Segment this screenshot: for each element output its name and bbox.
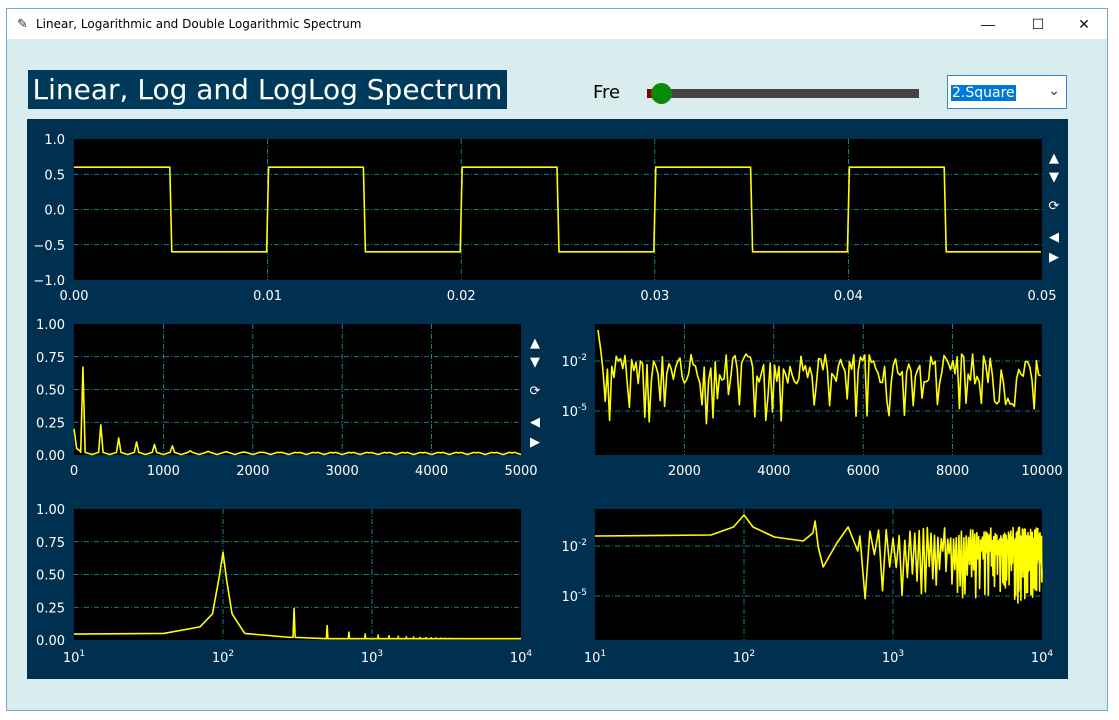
semilog-spectrum-xtick: 6000 [847,464,880,479]
linear-spectrum-xtick: 5000 [504,464,537,479]
nav-up-icon[interactable]: ▲ [530,336,540,351]
waveform-select-value: 2.Square [951,85,1016,101]
linear-spectrum-ytick: 0.00 [36,449,65,464]
frequency-label: Fre [593,82,621,103]
app-window: ✎ Linear, Logarithmic and Double Logarit… [6,8,1108,711]
time-plot-ytick: 1.0 [44,133,65,148]
loglog-spectrum-xtick: 104 [1031,649,1054,666]
linear-spectrum-ytick: 0.25 [36,416,65,431]
logx-spectrum-ytick: 0.50 [36,569,65,584]
logx-spectrum-xtick: 102 [212,649,234,666]
time-plot-xtick: 0.02 [447,289,476,304]
plot-panel: 1.0 0.5 0.0 −0.5 −1.0 0.00 0.01 0.02 0.03 0.04 0.0… [27,119,1068,679]
semilog-spectrum-xtick: 8000 [936,464,969,479]
waveform-select[interactable]: 2.Square ⌄ [947,75,1067,109]
time-plot-ytick: −1.0 [33,274,65,289]
feather-icon: ✎ [17,16,28,31]
time-plot-ytick: 0.0 [44,204,65,219]
time-plot-ytick: 0.5 [44,168,65,183]
logx-spectrum-xtick: 103 [361,649,383,666]
nav-down-icon[interactable]: ▼ [1049,170,1059,185]
semilog-spectrum-area [595,324,1042,455]
logx-spectrum-ytick: 0.75 [36,536,65,551]
nav-down-icon[interactable]: ▼ [530,355,540,370]
linear-spectrum-xtick: 4000 [415,464,448,479]
time-plot-xtick: 0.00 [60,289,89,304]
refresh-icon[interactable]: ⟳ [1049,199,1060,214]
loglog-spectrum-ytick: 10-5 [561,588,587,605]
page-title: Linear, Log and LogLog Spectrum [28,70,507,109]
semilog-spectrum-xtick: 10000 [1021,464,1062,479]
nav-left-icon[interactable]: ◀ [1049,230,1059,245]
logx-spectrum-ytick: 0.00 [36,634,65,649]
semilog-spectrum-ytick: 10-5 [561,403,587,420]
logx-spectrum-ytick: 1.00 [36,503,65,518]
nav-right-icon[interactable]: ▶ [530,435,540,450]
time-plot-xtick: 0.01 [253,289,282,304]
logx-spectrum-ytick: 0.25 [36,601,65,616]
minimize-button[interactable]: — [965,9,1011,39]
linear-spectrum-xtick: 0 [70,464,78,479]
linear-spectrum-xtick: 2000 [236,464,269,479]
close-button[interactable]: ✕ [1061,9,1107,39]
time-plot-xtick: 0.05 [1028,289,1057,304]
loglog-spectrum-xtick: 102 [733,649,755,666]
nav-up-icon[interactable]: ▲ [1049,151,1059,166]
refresh-icon[interactable]: ⟳ [530,384,541,399]
loglog-spectrum-ytick: 10-2 [561,538,587,555]
linear-spectrum-xtick: 3000 [326,464,359,479]
logx-spectrum-xtick: 104 [510,649,533,666]
linear-spectrum-ytick: 1.00 [36,318,65,333]
plots-canvas: 1.00.50.0−0.5−1.00.00 0.01 0.02 0.03 0.04 0.0… [33,133,1062,666]
slider-knob[interactable] [651,83,673,104]
maximize-button[interactable]: ☐ [1015,9,1061,39]
window-title: Linear, Logarithmic and Double Logarithm… [36,17,362,31]
logx-spectrum-xtick: 101 [63,649,85,666]
title-bar: ✎ Linear, Logarithmic and Double Logarit… [7,9,1107,39]
semilog-spectrum-xtick: 4000 [757,464,790,479]
linear-spectrum-ytick: 0.50 [36,384,65,399]
loglog-spectrum-xtick: 103 [882,649,904,666]
time-plot-ytick: −0.5 [33,239,65,254]
semilog-spectrum-ytick: 10-2 [561,353,587,370]
linear-spectrum-xtick: 1000 [147,464,180,479]
chevron-down-icon[interactable]: ⌄ [1048,82,1060,99]
nav-left-icon[interactable]: ◀ [530,415,540,430]
frequency-slider[interactable] [647,83,919,104]
time-plot-xtick: 0.04 [834,289,863,304]
loglog-spectrum-xtick: 101 [584,649,606,666]
linear-spectrum-ytick: 0.75 [36,351,65,366]
time-plot-xtick: 0.03 [640,289,669,304]
semilog-spectrum-xtick: 2000 [668,464,701,479]
nav-right-icon[interactable]: ▶ [1049,250,1059,265]
